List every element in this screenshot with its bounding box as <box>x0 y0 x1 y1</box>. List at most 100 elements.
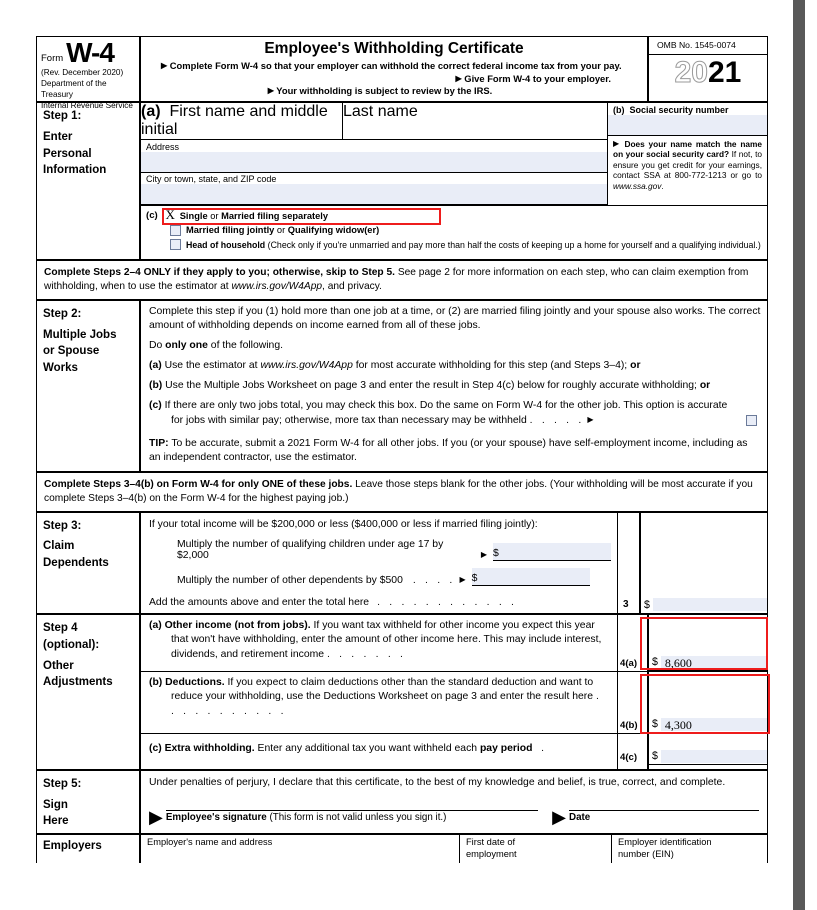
step-4-label-line-3: Other <box>43 659 74 672</box>
employers-body: Employer's name and address First date o… <box>141 835 767 864</box>
step-4b-row: (b) Deductions. If you expect to claim d… <box>141 671 767 734</box>
step-2a-code: (a) <box>149 360 162 372</box>
step-4a-input[interactable]: 8,600 <box>660 655 767 670</box>
step-4c-amount-cell: $ <box>647 734 767 770</box>
employer-name-address-cell[interactable]: Employer's name and address <box>141 835 459 863</box>
step-3-other-value <box>479 568 589 581</box>
step-4b-desc: If you expect to claim deductions other … <box>171 677 594 703</box>
city-cell: City or town, state, and ZIP code <box>141 173 607 205</box>
step-4a-code: (a) <box>149 620 162 632</box>
employee-signature-field[interactable]: Employee's signature (This form is not v… <box>165 810 539 824</box>
step-2c-text: If there are only two jobs total, you ma… <box>164 400 728 426</box>
first-name-label-text: First name and middle initial <box>141 103 328 138</box>
filing-status-row-single[interactable]: (c) X Single or Married filing separatel… <box>146 207 767 222</box>
perjury-declaration: Under penalties of perjury, I declare th… <box>149 777 726 789</box>
ssn-label: (b) Social security number <box>608 103 767 115</box>
step-4b-code: (b) <box>149 677 163 689</box>
checkbox-married-filing-jointly[interactable] <box>170 224 181 236</box>
city-input[interactable] <box>141 184 607 204</box>
step-3-total-amount-cell: $ <box>639 513 767 614</box>
address-input[interactable] <box>141 151 607 172</box>
step-4b-input[interactable]: 4,300 <box>660 717 767 732</box>
step-4c-text: (c) Extra withholding. Enter any additio… <box>141 734 617 769</box>
filing-status-joint-bold: Married filing jointly <box>186 225 275 235</box>
filing-status-row-hoh[interactable]: Head of household (Check only if you're … <box>146 239 767 250</box>
bullet-arrow-icon: ▶ <box>455 73 462 83</box>
step-3-label-line-3: Dependents <box>43 556 109 569</box>
signature-label-bold: Employee's signature <box>165 812 267 824</box>
filing-status-label-single: Single or Married filing separately <box>180 211 328 221</box>
first-date-employment-cell[interactable]: First date of employment <box>459 835 611 864</box>
signature-row: ▶ Employee's signature (This form is not… <box>149 806 759 827</box>
ssn-label-text: Social security number <box>629 104 729 115</box>
step-1c-code: (c) <box>146 210 158 221</box>
do-only-pre: Do <box>149 339 166 351</box>
step-2b-text: Use the Multiple Jobs Worksheet on page … <box>165 380 700 392</box>
step-4c-field-code: 4(c) <box>620 752 638 764</box>
employer-ein-cell[interactable]: Employer identification number (EIN) <box>611 835 767 864</box>
step-1-name-address-group: (a) First name and middle initial Last n… <box>141 103 607 205</box>
step-2-section: Step 2: Multiple Jobs or Spouse Works Co… <box>37 298 767 471</box>
step-5-body: Under penalties of perjury, I declare th… <box>141 771 767 833</box>
form-title: Employee's Withholding Certificate <box>264 40 524 57</box>
first-name-cell: (a) First name and middle initial <box>141 103 343 139</box>
dollar-sign: $ <box>652 718 658 731</box>
first-date-label-line-1: First date of <box>466 837 516 848</box>
step-4c-code-cell: 4(c) <box>617 734 647 770</box>
step-3-label-line-1: Step 3: <box>43 520 82 533</box>
step-3-children-field[interactable]: $ <box>493 543 611 562</box>
filing-status-label-joint: Married filing jointly or Qualifying wid… <box>186 225 379 235</box>
step-2-tip: TIP: To be accurate, submit a 2021 Form … <box>149 437 761 465</box>
ssn-input[interactable] <box>608 114 767 135</box>
step-2-option-c: (c) If there are only two jobs total, yo… <box>149 399 742 427</box>
step-4c-input[interactable] <box>660 749 767 763</box>
first-name-label: (a) First name and middle initial <box>141 103 342 139</box>
step-2a-or: or <box>630 360 641 372</box>
checkbox-two-jobs-total[interactable] <box>746 414 757 426</box>
step-3-total-input[interactable] <box>652 598 767 612</box>
step-4a-text: (a) Other income (not from jobs). If you… <box>141 615 617 671</box>
pointer-arrow-icon: ▶ <box>149 806 163 827</box>
step-3-other-field[interactable]: $ <box>471 568 590 587</box>
date-field[interactable]: Date <box>569 810 759 823</box>
note-2-bold: Complete Steps 3–4(b) on Form W-4 for on… <box>44 478 353 490</box>
step-4b-amount-cell: $ 4,300 <box>647 672 767 734</box>
employers-label-text: Employers <box>43 840 102 853</box>
checkbox-head-of-household[interactable] <box>170 239 181 250</box>
first-date-label-line-2: employment <box>466 848 517 859</box>
step-3-intro: If your total income will be $200,000 or… <box>149 519 538 531</box>
pointer-arrow-icon: ▶ <box>552 806 566 827</box>
step-4a-dots: . . . . . . . <box>326 648 407 660</box>
pointer-arrow-icon: ▶ <box>480 550 487 560</box>
step-3-section: Step 3: Claim Dependents If your total i… <box>37 511 767 614</box>
step-4b-bold: Deductions. <box>165 677 225 689</box>
step-1-label-line-2: Enter <box>43 131 73 144</box>
checkbox-single-or-married-filing-separately[interactable]: X <box>163 207 175 222</box>
filing-status-joint-mid: or <box>274 225 288 235</box>
bullet-arrow-icon: ▶ <box>161 61 168 70</box>
ein-label-line-2: number (EIN) <box>618 848 674 859</box>
step-4a-amount-cell: $ 8,600 <box>647 615 767 672</box>
filing-status-hoh-rest: (Check only if you're unmarried and pay … <box>267 239 761 250</box>
step-4b-text: (b) Deductions. If you expect to claim d… <box>141 672 617 733</box>
date-label: Date <box>569 812 591 824</box>
step-5-label-line-2: Sign <box>43 798 68 811</box>
step-2a-link: www.irs.gov/W4App <box>260 360 353 372</box>
checkmark-x-icon: X <box>165 207 175 222</box>
step-4b-field-code: 4(b) <box>620 720 638 732</box>
step-2a-pre: Use the estimator at <box>164 360 261 372</box>
step-1-label-line-3: Personal <box>43 147 92 160</box>
step-1-body: (a) First name and middle initial Last n… <box>141 103 767 259</box>
step-2-tip-text: To be accurate, submit a 2021 Form W-4 f… <box>149 437 748 463</box>
step-3-label: Step 3: Claim Dependents <box>37 513 141 614</box>
filing-status-hoh-bold: Head of household <box>186 239 266 250</box>
employers-section: Employers Employer's name and address Fi… <box>37 833 767 864</box>
do-only-bold: only one <box>165 339 208 351</box>
step-2a-post: for most accurate withholding for this s… <box>352 360 631 372</box>
address-label: Address <box>146 141 180 152</box>
step-4c-row: (c) Extra withholding. Enter any additio… <box>141 733 767 770</box>
step-5-label-line-3: Here <box>43 814 69 827</box>
note-1-tail: , and privacy. <box>322 280 382 292</box>
filing-status-row-joint[interactable]: Married filing jointly or Qualifying wid… <box>146 224 767 236</box>
signature-label-rest: (This form is not valid unless you sign … <box>266 812 447 824</box>
